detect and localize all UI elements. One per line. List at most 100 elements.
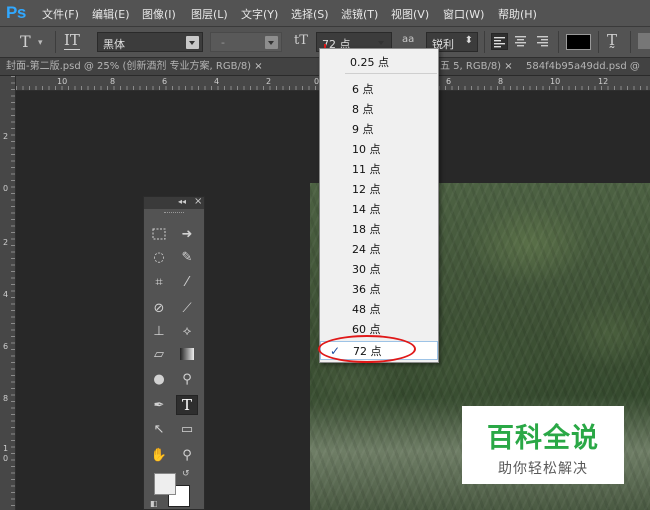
ruler-label: 6 (446, 77, 452, 86)
ruler-label: 0 (3, 454, 9, 463)
font-size-icon: tT (294, 33, 308, 48)
watermark-title: 百科全说 (487, 423, 599, 454)
ruler-label: 6 (3, 342, 9, 351)
size-option-label: 11 点 (352, 163, 381, 176)
size-option[interactable]: 9 点 (320, 120, 438, 139)
menu-filter[interactable]: 滤镜(T) (341, 6, 378, 22)
size-option[interactable]: 12 点 (320, 180, 438, 199)
size-option[interactable]: 36 点 (320, 280, 438, 299)
ruler-label: 8 (498, 77, 504, 86)
menu-select[interactable]: 选择(S) (291, 6, 329, 22)
size-option[interactable]: 11 点 (320, 160, 438, 179)
panel-grip[interactable] (164, 212, 184, 215)
chevron-down-icon (186, 36, 199, 49)
size-option[interactable]: 8 点 (320, 100, 438, 119)
tab-label: 584f4b95a49dd.psd @ (526, 61, 640, 72)
quick-select-tool-icon[interactable]: ✎ (176, 247, 198, 267)
ruler-label: 6 (162, 77, 168, 86)
size-option[interactable]: 48 点 (320, 300, 438, 319)
size-option-label: 36 点 (352, 283, 381, 296)
size-option[interactable]: 6 点 (320, 80, 438, 99)
tab-label: 封面-第二版.psd @ 25% (创新酒剂 专业方案, RGB/8) (6, 61, 252, 72)
ruler-label: 0 (3, 184, 9, 193)
stamp-tool-icon[interactable]: ⊥ (148, 321, 170, 341)
blur-tool-icon[interactable]: ● (148, 369, 170, 389)
text-color-swatch[interactable] (566, 34, 591, 50)
size-option[interactable]: 30 点 (320, 260, 438, 279)
align-center-button[interactable] (513, 33, 530, 50)
size-option[interactable]: 10 点 (320, 140, 438, 159)
dodge-tool-icon[interactable]: ⚲ (176, 369, 198, 389)
ruler-label: 2 (3, 238, 9, 247)
close-icon[interactable]: × (504, 61, 512, 72)
path-select-tool-icon[interactable]: ↖ (148, 419, 170, 439)
ruler-label: 1 (3, 444, 9, 453)
size-option-label: 24 点 (352, 243, 381, 256)
font-family-select[interactable]: 黑体 (97, 32, 203, 52)
align-right-icon (537, 36, 548, 47)
rectangle-tool-icon[interactable]: ▭ (176, 419, 198, 439)
tool-preset-chevron-icon[interactable]: ▾ (38, 38, 43, 48)
ruler-label: 8 (110, 77, 116, 86)
ruler-label: 4 (3, 290, 9, 299)
eraser-tool-icon[interactable]: ▱ (148, 344, 170, 364)
swap-colors-icon[interactable]: ↺ (182, 469, 190, 479)
default-colors-icon[interactable]: ◧ (150, 499, 158, 508)
tools-panel: ◂◂ × ➜ ◌ ✎ ⌗ ⁄ ⊘ ⟋ ⊥ ⟡ ▱ ● ⚲ ✒ T ↖ ▭ ✋ ⚲… (143, 196, 205, 510)
healing-brush-tool-icon[interactable]: ⊘ (148, 298, 170, 318)
font-style-select[interactable]: - (210, 32, 282, 52)
font-style-value: - (221, 36, 225, 49)
align-left-button[interactable] (491, 33, 508, 50)
zoom-tool-icon[interactable]: ⚲ (176, 445, 198, 465)
size-option[interactable]: 14 点 (320, 200, 438, 219)
type-tool-icon[interactable]: T (20, 32, 31, 51)
size-option-label: 18 点 (352, 223, 381, 236)
document-tab[interactable]: 五 5, RGB/8) × (440, 58, 516, 75)
tab-label: 五 5, RGB/8) (440, 61, 502, 72)
lasso-tool-icon[interactable]: ◌ (148, 247, 170, 267)
hand-tool-icon[interactable]: ✋ (148, 445, 170, 465)
size-option-label: 30 点 (352, 263, 381, 276)
foreground-color-swatch[interactable] (154, 473, 176, 495)
menu-edit[interactable]: 编辑(E) (92, 6, 130, 22)
marquee-tool-icon[interactable] (148, 224, 170, 244)
type-tool-icon[interactable]: T (176, 395, 198, 415)
menu-bar: Ps 文件(F) 编辑(E) 图像(I) 图层(L) 文字(Y) 选择(S) 滤… (0, 0, 650, 27)
history-brush-tool-icon[interactable]: ⟡ (176, 321, 198, 341)
tools-panel-header[interactable]: ◂◂ × (144, 196, 204, 209)
ruler-label: 10 (57, 77, 68, 86)
crop-tool-icon[interactable]: ⌗ (148, 272, 170, 292)
menu-type[interactable]: 文字(Y) (241, 6, 278, 22)
close-icon[interactable]: × (254, 61, 262, 72)
move-tool-icon[interactable]: ➜ (176, 224, 198, 244)
menu-window[interactable]: 窗口(W) (443, 6, 484, 22)
document-tab[interactable]: 584f4b95a49dd.psd @ (526, 58, 650, 75)
size-option-label: 9 点 (352, 123, 374, 136)
brush-tool-icon[interactable]: ⟋ (176, 298, 198, 318)
menu-view[interactable]: 视图(V) (391, 6, 429, 22)
text-orientation-icon[interactable]: IT (64, 31, 80, 50)
ruler-vertical: 2 0 2 4 6 8 1 0 (0, 76, 16, 510)
gradient-tool-icon[interactable] (176, 344, 198, 364)
size-option[interactable]: 18 点 (320, 220, 438, 239)
panels-toggle-icon[interactable] (638, 33, 650, 49)
menu-image[interactable]: 图像(I) (142, 6, 176, 22)
watermark-subtitle: 助你轻松解决 (498, 461, 588, 477)
align-right-button[interactable] (535, 33, 552, 50)
ruler-label: 10 (550, 77, 561, 86)
eyedropper-tool-icon[interactable]: ⁄ (176, 272, 198, 292)
size-option[interactable]: 0.25 点 (320, 53, 438, 72)
pen-tool-icon[interactable]: ✒ (148, 395, 170, 415)
size-option-label: 48 点 (352, 303, 381, 316)
font-family-value: 黑体 (103, 38, 125, 51)
warp-text-icon[interactable]: T̰ (607, 31, 617, 49)
menu-help[interactable]: 帮助(H) (498, 6, 537, 22)
menu-layer[interactable]: 图层(L) (191, 6, 228, 22)
document-tab[interactable]: 封面-第二版.psd @ 25% (创新酒剂 专业方案, RGB/8) × (6, 58, 306, 75)
size-option-label: 6 点 (352, 83, 374, 96)
menu-file[interactable]: 文件(F) (42, 6, 79, 22)
size-option[interactable]: 24 点 (320, 240, 438, 259)
collapse-icon[interactable]: ◂◂ (178, 197, 186, 206)
close-icon[interactable]: × (194, 196, 202, 207)
font-size-dropdown-list[interactable]: 0.25 点 6 点 8 点 9 点 10 点 11 点 12 点 14 点 1… (319, 48, 439, 363)
